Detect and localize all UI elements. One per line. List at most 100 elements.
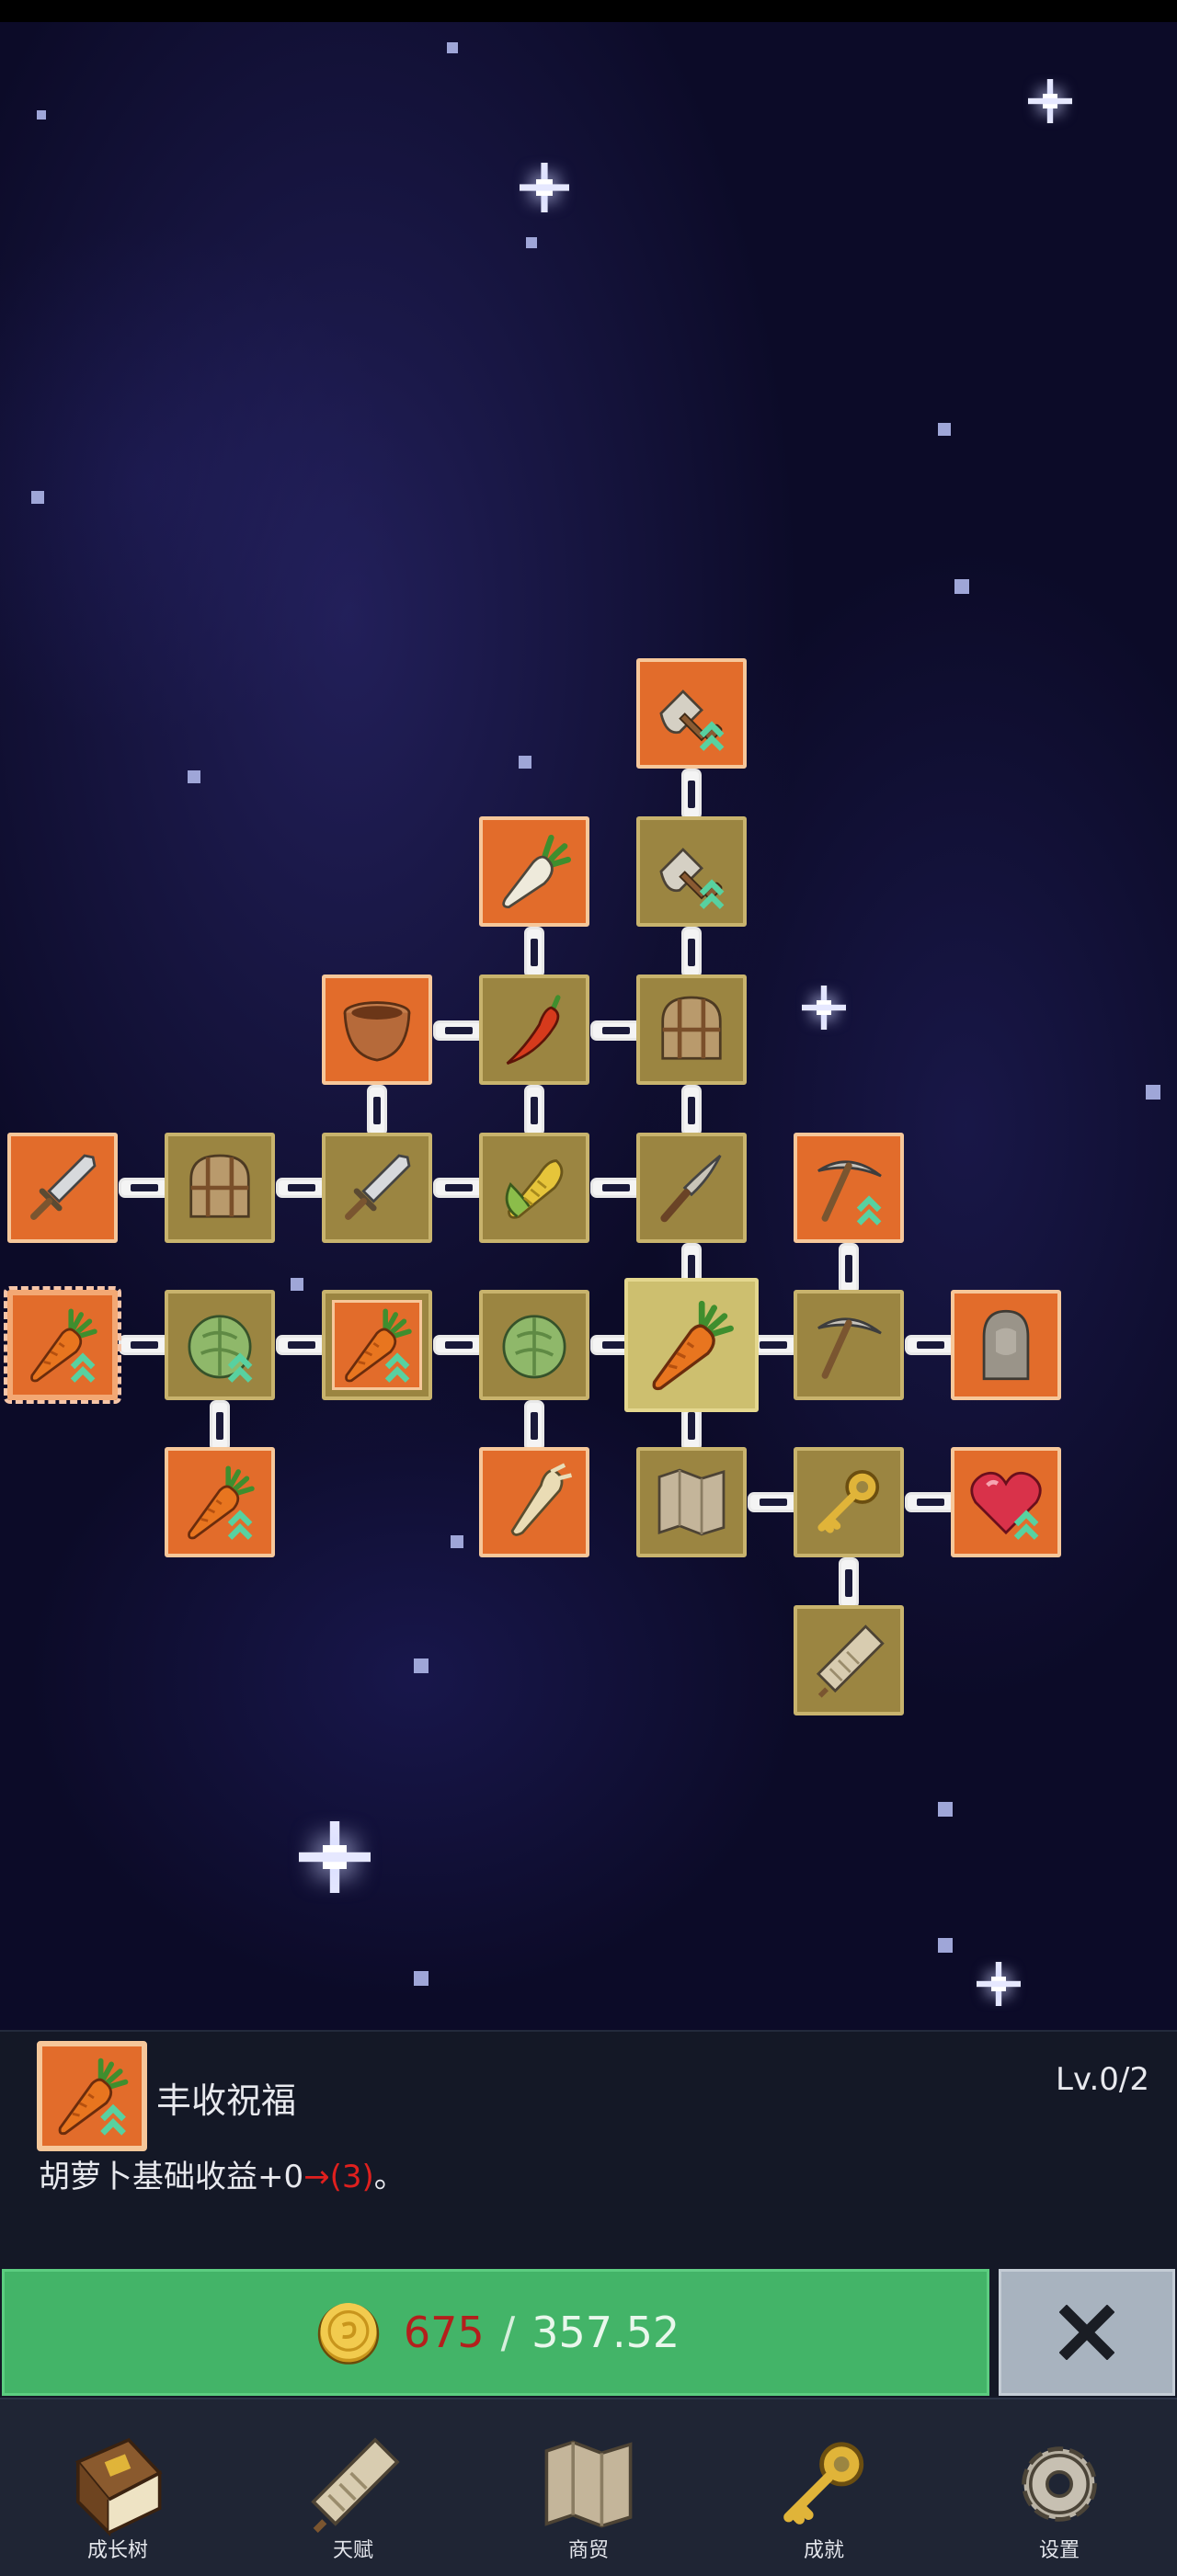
- tree-connector: [748, 1492, 799, 1512]
- sword-icon: [335, 1146, 419, 1230]
- carrot-up-icon: [332, 1300, 422, 1390]
- tree-connector: [839, 1557, 859, 1609]
- nav-achievement[interactable]: 成就: [706, 2399, 942, 2576]
- tree-connector: [524, 1400, 544, 1452]
- skill-node-carrot-double-up[interactable]: [165, 1447, 275, 1557]
- tree-connector: [905, 1492, 956, 1512]
- skill-node-pickaxe-upgrade[interactable]: [794, 1133, 904, 1243]
- skill-node-shovel-upgrade[interactable]: [636, 816, 747, 927]
- key-icon: [769, 2429, 879, 2539]
- close-icon: [1059, 2305, 1114, 2360]
- sparkle-star: [802, 986, 846, 1030]
- sparkle-star: [299, 1821, 371, 1893]
- skill-desc-end: 。: [373, 2159, 406, 2195]
- skill-node-backpack-left[interactable]: [165, 1133, 275, 1243]
- skill-node-carrot-center[interactable]: [624, 1278, 759, 1412]
- tree-connector: [119, 1335, 170, 1355]
- star: [447, 42, 458, 53]
- key-icon: [806, 1460, 891, 1544]
- skill-node-carrot-blessing-highlighted[interactable]: [4, 1286, 121, 1404]
- bottom-nav: 成长树 天赋 商贸 成就 设置: [0, 2398, 1177, 2576]
- nav-label: 天赋: [332, 2539, 373, 2562]
- skill-node-cabbage-center[interactable]: [479, 1290, 589, 1400]
- skill-title: 丰收祝福: [156, 2080, 297, 2121]
- tree-connector: [210, 1400, 230, 1452]
- pot-icon: [335, 987, 419, 1072]
- star: [938, 1938, 953, 1953]
- gear-icon: [1004, 2429, 1114, 2539]
- tree-connector: [433, 1335, 485, 1355]
- current-coins: 675: [403, 2308, 485, 2357]
- skill-node-shovel-upgrade-top[interactable]: [636, 658, 747, 769]
- map-icon: [649, 1460, 734, 1544]
- parsnip-icon: [492, 1460, 577, 1544]
- tree-connector: [905, 1335, 956, 1355]
- skill-node-corn[interactable]: [479, 1133, 589, 1243]
- tree-connector: [524, 927, 544, 978]
- cabbage-icon: [492, 1303, 577, 1387]
- upgrade-button[interactable]: 675 / 357.52: [2, 2269, 989, 2396]
- gold-coin-icon: [312, 2296, 385, 2369]
- nav-growth-tree[interactable]: 成长树: [0, 2399, 235, 2576]
- skill-node-clay-pot[interactable]: [322, 975, 432, 1085]
- star: [37, 110, 46, 120]
- price-separator: /: [500, 2308, 516, 2357]
- statue-icon: [964, 1303, 1048, 1387]
- heart-up-icon: [964, 1460, 1048, 1544]
- skill-detail-icon: [37, 2041, 147, 2151]
- close-button[interactable]: [999, 2269, 1175, 2396]
- tree-connector: [276, 1178, 327, 1198]
- tree-connector: [839, 1243, 859, 1294]
- skill-node-map[interactable]: [636, 1447, 747, 1557]
- sparkle-star: [1028, 79, 1072, 123]
- skill-node-parsnip[interactable]: [479, 1447, 589, 1557]
- corn-icon: [492, 1146, 577, 1230]
- star: [1146, 1085, 1160, 1100]
- star: [938, 1802, 953, 1817]
- skill-node-backpack-top[interactable]: [636, 975, 747, 1085]
- tree-connector: [681, 1085, 702, 1136]
- star: [414, 1658, 429, 1673]
- skill-node-pickaxe[interactable]: [794, 1290, 904, 1400]
- tree-connector: [524, 1085, 544, 1136]
- carrot-up-icon: [48, 2052, 136, 2140]
- skill-description: 胡萝卜基础收益+0→(3)。: [39, 2151, 406, 2196]
- nav-trade[interactable]: 商贸: [471, 2399, 706, 2576]
- skill-node-knife[interactable]: [636, 1133, 747, 1243]
- sparkle-star: [977, 1962, 1021, 2006]
- nav-label: 设置: [1038, 2539, 1080, 2562]
- shovel-up-icon: [649, 829, 734, 914]
- skill-node-sword-left[interactable]: [7, 1133, 118, 1243]
- cabbage-up-icon: [177, 1303, 262, 1387]
- status-bar: [0, 0, 1177, 22]
- backpack-icon: [177, 1146, 262, 1230]
- skill-node-scroll[interactable]: [794, 1605, 904, 1715]
- skill-node-stone-statue[interactable]: [951, 1290, 1061, 1400]
- nav-settings[interactable]: 设置: [942, 2399, 1177, 2576]
- star: [954, 579, 969, 594]
- skill-node-heart-upgrade[interactable]: [951, 1447, 1061, 1557]
- pickaxe-icon: [806, 1303, 891, 1387]
- scroll-icon: [806, 1618, 891, 1703]
- tree-connector: [590, 1178, 642, 1198]
- star: [291, 1278, 303, 1291]
- pickaxe-up-icon: [806, 1146, 891, 1230]
- skill-node-carrot-blessing-mid[interactable]: [322, 1290, 432, 1400]
- chili-icon: [492, 987, 577, 1072]
- tree-connector: [681, 927, 702, 978]
- nav-talent[interactable]: 天赋: [235, 2399, 471, 2576]
- tree-connector: [119, 1178, 170, 1198]
- shovel-up-icon: [649, 671, 734, 756]
- carrot-double-up-icon: [177, 1460, 262, 1544]
- skill-node-sword-center[interactable]: [322, 1133, 432, 1243]
- skill-node-chili[interactable]: [479, 975, 589, 1085]
- tree-connector: [433, 1020, 485, 1041]
- skill-desc-base: 胡萝卜基础收益+0: [39, 2159, 304, 2195]
- skill-node-cabbage-left[interactable]: [165, 1290, 275, 1400]
- upgrade-cost: 357.52: [531, 2308, 680, 2357]
- skill-node-golden-key[interactable]: [794, 1447, 904, 1557]
- skill-node-radish[interactable]: [479, 816, 589, 927]
- tree-connector: [590, 1020, 642, 1041]
- sparkle-star: [520, 163, 569, 212]
- carrot-icon: [640, 1294, 743, 1396]
